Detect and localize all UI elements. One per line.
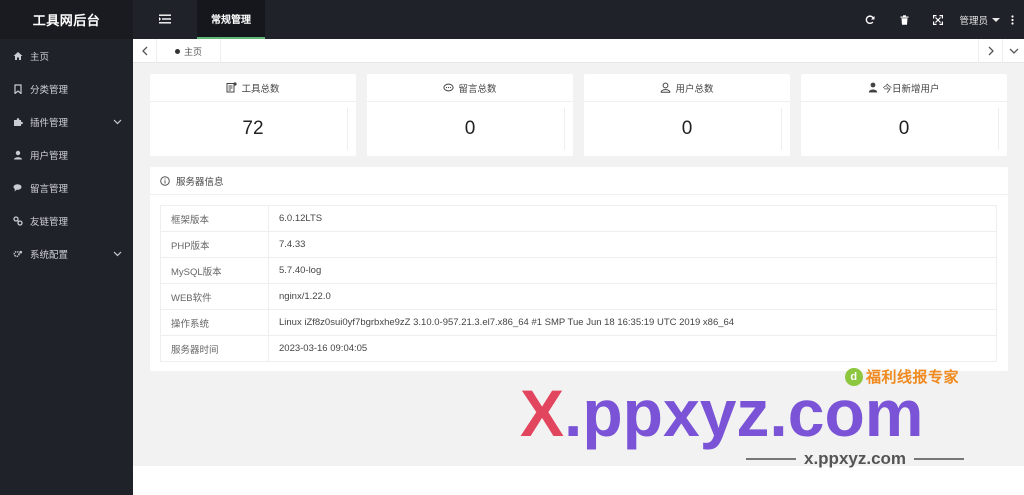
row-key: PHP版本 bbox=[160, 231, 269, 258]
sidebar-item-users[interactable]: 用户管理 bbox=[0, 138, 133, 171]
sidebar-item-links[interactable]: 友链管理 bbox=[0, 204, 133, 237]
row-value: 2023-03-16 09:04:05 bbox=[268, 335, 997, 362]
chevron-down-icon bbox=[113, 117, 122, 128]
row-value: 7.4.33 bbox=[268, 231, 997, 258]
watermark-rest: .ppxyz.com bbox=[564, 376, 924, 450]
page-tab-bar: 主页 bbox=[133, 39, 1024, 63]
row-key: WEB软件 bbox=[160, 283, 269, 310]
divider bbox=[564, 108, 565, 150]
stat-card-header: 留言总数 bbox=[367, 74, 573, 102]
chevron-down-icon bbox=[113, 249, 122, 260]
stat-card-tools: 工具总数 72 bbox=[150, 74, 356, 156]
sidebar: 工具网后台 主页 分类管理 插件管理 用户管理 留言管理 友链管理 系统配置 bbox=[0, 0, 133, 495]
stat-label: 用户总数 bbox=[675, 83, 714, 95]
stat-label: 工具总数 bbox=[241, 83, 280, 95]
trash-icon[interactable] bbox=[887, 0, 921, 39]
server-info-table: 框架版本 6.0.12LTS PHP版本 7.4.33 MySQL版本 5.7.40-… bbox=[160, 205, 997, 362]
divider bbox=[998, 108, 999, 150]
table-row: WEB软件 nginx/1.22.0 bbox=[160, 283, 997, 310]
header-tab-general[interactable]: 常规管理 bbox=[197, 0, 265, 39]
tabs-scroll-right-icon[interactable] bbox=[978, 39, 1002, 63]
top-header: 常规管理 管理员 bbox=[133, 0, 1024, 39]
admin-name: 管理员 bbox=[959, 15, 988, 27]
table-row: 服务器时间 2023-03-16 09:04:05 bbox=[160, 335, 997, 362]
watermark-domain-large: X.ppxyz.com bbox=[520, 380, 923, 446]
cogs-icon bbox=[13, 249, 23, 259]
caret-down-icon bbox=[992, 17, 1000, 22]
tabs-scroll-left-icon[interactable] bbox=[133, 39, 157, 63]
watermark-domain-small: x.ppxyz.com bbox=[738, 449, 972, 469]
tools-icon bbox=[226, 82, 238, 93]
more-vertical-icon[interactable] bbox=[1000, 14, 1024, 25]
stat-card-header: 今日新增用户 bbox=[801, 74, 1007, 102]
stat-card-new-users: 今日新增用户 0 bbox=[801, 74, 1007, 156]
message-icon bbox=[443, 83, 455, 93]
sidebar-item-home[interactable]: 主页 bbox=[0, 39, 133, 72]
row-key: 框架版本 bbox=[160, 205, 269, 232]
sidebar-item-label: 系统配置 bbox=[30, 249, 69, 261]
sidebar-item-label: 分类管理 bbox=[30, 84, 69, 96]
row-key: 服务器时间 bbox=[160, 335, 269, 362]
panel-header: 服务器信息 bbox=[150, 167, 1008, 195]
stat-label: 今日新增用户 bbox=[882, 83, 940, 95]
footer-area bbox=[133, 466, 1024, 495]
divider bbox=[347, 108, 348, 150]
divider bbox=[746, 458, 796, 460]
user-icon bbox=[13, 150, 23, 160]
sidebar-item-label: 用户管理 bbox=[30, 150, 69, 162]
admin-user-menu[interactable]: 管理员 bbox=[959, 13, 1000, 27]
sidebar-item-label: 留言管理 bbox=[30, 183, 69, 195]
row-value: nginx/1.22.0 bbox=[268, 283, 997, 310]
tabs-menu-chevron-down-icon[interactable] bbox=[1002, 39, 1024, 63]
row-value: Linux iZf8z0sui0yf7bgrbxhe9zZ 3.10.0-957… bbox=[268, 309, 997, 336]
row-value: 5.7.40-log bbox=[268, 257, 997, 284]
panel-title: 服务器信息 bbox=[176, 176, 224, 188]
bookmark-icon bbox=[13, 83, 23, 94]
app-logo[interactable]: 工具网后台 bbox=[0, 0, 133, 39]
stat-value: 0 bbox=[681, 118, 693, 139]
sidebar-item-label: 插件管理 bbox=[30, 117, 69, 129]
stat-label: 留言总数 bbox=[458, 83, 497, 95]
server-info-panel: 服务器信息 框架版本 6.0.12LTS PHP版本 7.4.33 MySQL版本 5… bbox=[150, 167, 1008, 371]
sidebar-item-messages[interactable]: 留言管理 bbox=[0, 171, 133, 204]
stat-card-header: 工具总数 bbox=[150, 74, 356, 102]
sidebar-item-category[interactable]: 分类管理 bbox=[0, 72, 133, 105]
stat-card-header: 用户总数 bbox=[584, 74, 790, 102]
users-icon bbox=[660, 82, 671, 93]
stat-card-users: 用户总数 0 bbox=[584, 74, 790, 156]
info-circle-icon bbox=[160, 175, 170, 186]
sidebar-item-label: 友链管理 bbox=[30, 216, 69, 228]
table-row: MySQL版本 5.7.40-log bbox=[160, 257, 997, 284]
active-dot bbox=[175, 48, 180, 54]
tab-home-label: 主页 bbox=[184, 46, 203, 57]
watermark-small-text: x.ppxyz.com bbox=[804, 449, 907, 468]
header-toolbar: 管理员 bbox=[853, 0, 1024, 39]
stat-value: 0 bbox=[464, 118, 476, 139]
row-key: MySQL版本 bbox=[160, 257, 269, 284]
stat-value: 72 bbox=[242, 118, 264, 139]
watermark-x: X bbox=[520, 376, 565, 450]
home-icon bbox=[13, 51, 23, 61]
table-row: PHP版本 7.4.33 bbox=[160, 231, 997, 258]
table-row: 操作系统 Linux iZf8z0sui0yf7bgrbxhe9zZ 3.10.0… bbox=[160, 309, 997, 336]
stat-card-messages: 留言总数 0 bbox=[367, 74, 573, 156]
sidebar-item-label: 主页 bbox=[30, 51, 50, 63]
divider bbox=[914, 458, 965, 460]
tab-home[interactable]: 主页 bbox=[157, 39, 222, 63]
comments-icon bbox=[13, 183, 23, 193]
menu-toggle-icon[interactable] bbox=[158, 13, 172, 25]
puzzle-icon bbox=[13, 117, 23, 127]
refresh-icon[interactable] bbox=[853, 0, 887, 39]
row-value: 6.0.12LTS bbox=[268, 205, 997, 232]
sidebar-item-settings[interactable]: 系统配置 bbox=[0, 237, 133, 270]
table-row: 框架版本 6.0.12LTS bbox=[160, 205, 997, 232]
divider bbox=[781, 108, 782, 150]
link-icon bbox=[13, 215, 23, 226]
new-user-icon bbox=[868, 82, 878, 93]
stat-value: 0 bbox=[898, 118, 910, 139]
fullscreen-icon[interactable] bbox=[921, 0, 955, 39]
sidebar-item-plugins[interactable]: 插件管理 bbox=[0, 105, 133, 138]
row-key: 操作系统 bbox=[160, 309, 269, 336]
